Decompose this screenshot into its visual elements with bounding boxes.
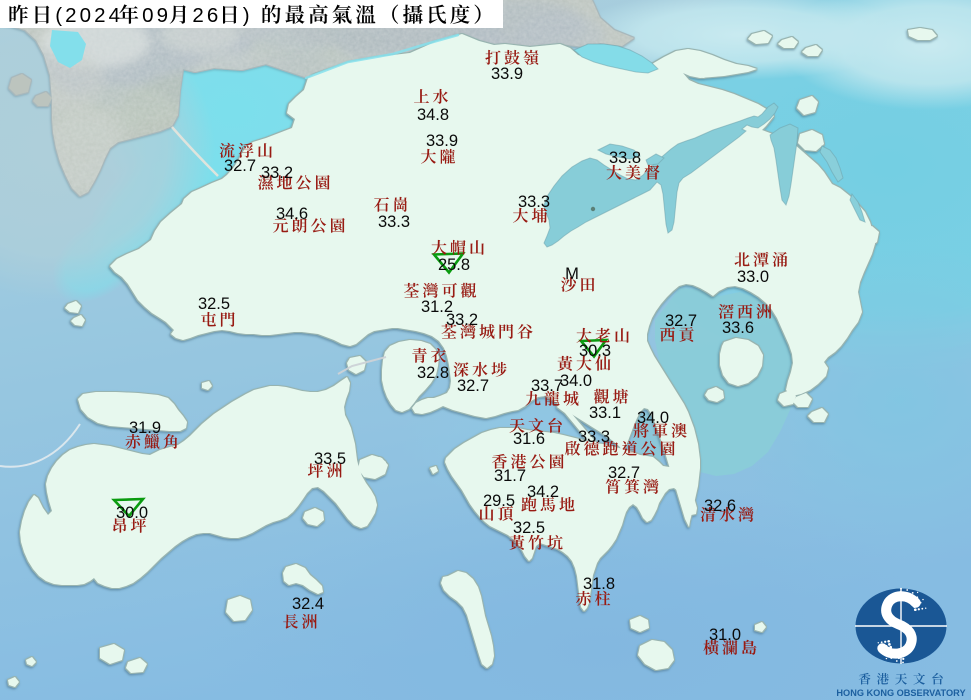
svg-text:33.5: 33.5 — [314, 450, 346, 468]
svg-text:33.9: 33.9 — [426, 132, 458, 150]
svg-text:09: 09 — [142, 4, 171, 27]
svg-text:34.0: 34.0 — [637, 409, 669, 427]
svg-text:29.5: 29.5 — [483, 492, 515, 510]
svg-text:): ) — [243, 4, 253, 27]
svg-text:33.2: 33.2 — [446, 311, 478, 329]
svg-text:HONG KONG OBSERVATORY: HONG KONG OBSERVATORY — [836, 688, 965, 698]
svg-text:30.3: 30.3 — [579, 342, 611, 360]
svg-text:31.0: 31.0 — [709, 626, 741, 644]
svg-text:32.8: 32.8 — [417, 364, 449, 382]
svg-text:32.5: 32.5 — [513, 519, 545, 537]
svg-text:32.6: 32.6 — [704, 497, 736, 515]
svg-text:33.3: 33.3 — [578, 428, 610, 446]
svg-text:26: 26 — [192, 4, 221, 27]
svg-text:M: M — [565, 265, 579, 283]
svg-text:33.7: 33.7 — [531, 377, 563, 395]
svg-text:34.6: 34.6 — [276, 205, 308, 223]
svg-text:33.6: 33.6 — [722, 319, 754, 337]
svg-text:34.0: 34.0 — [560, 372, 592, 390]
svg-text:33.3: 33.3 — [518, 193, 550, 211]
svg-text:33.2: 33.2 — [261, 164, 293, 182]
svg-text:31.6: 31.6 — [513, 430, 545, 448]
svg-text:32.7: 32.7 — [224, 157, 256, 175]
svg-text:(2024: (2024 — [55, 4, 123, 27]
svg-text:33.1: 33.1 — [589, 404, 621, 422]
svg-text:33.3: 33.3 — [378, 213, 410, 231]
svg-text:32.7: 32.7 — [608, 464, 640, 482]
svg-text:33.0: 33.0 — [737, 268, 769, 286]
svg-text:30.0: 30.0 — [116, 504, 148, 522]
svg-text:32.5: 32.5 — [198, 295, 230, 313]
svg-text:33.8: 33.8 — [609, 149, 641, 167]
svg-text:32.7: 32.7 — [665, 312, 697, 330]
svg-text:25.8: 25.8 — [438, 256, 470, 274]
svg-text:31.9: 31.9 — [129, 419, 161, 437]
svg-text:31.8: 31.8 — [583, 575, 615, 593]
svg-text:32.7: 32.7 — [457, 377, 489, 395]
svg-text:31.7: 31.7 — [494, 467, 526, 485]
svg-text:34.8: 34.8 — [417, 106, 449, 124]
svg-text:34.2: 34.2 — [527, 483, 559, 501]
svg-text:32.4: 32.4 — [292, 595, 324, 613]
svg-text:33.9: 33.9 — [491, 65, 523, 83]
